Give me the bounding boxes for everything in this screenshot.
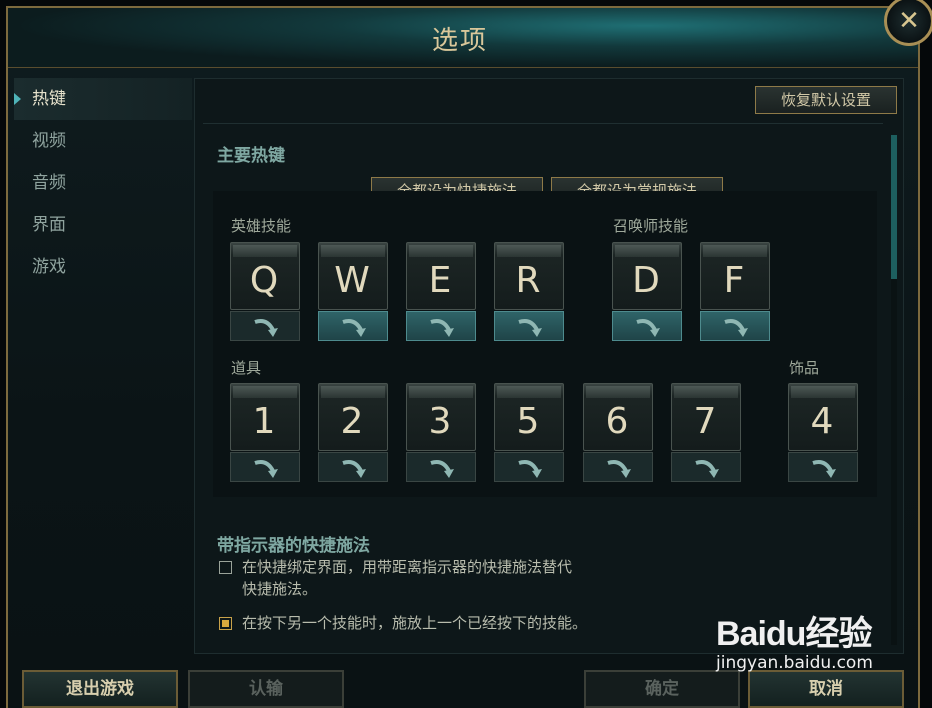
quick-cast-toggle[interactable] bbox=[318, 452, 388, 482]
key-D[interactable]: D bbox=[612, 242, 682, 342]
quick-cast-toggle[interactable] bbox=[494, 311, 564, 341]
section-title-hotkeys: 主要热键 bbox=[217, 146, 285, 166]
key-letter: 7 bbox=[693, 401, 717, 442]
quick-cast-toggle[interactable] bbox=[700, 311, 770, 341]
quick-cast-toggle[interactable] bbox=[583, 452, 653, 482]
scrollbar-thumb[interactable] bbox=[891, 135, 897, 279]
items-label: 道具 bbox=[231, 359, 262, 377]
sidebar-item-hotkeys[interactable]: 热键 bbox=[14, 78, 192, 120]
restore-defaults-button[interactable]: 恢复默认设置 bbox=[755, 86, 897, 114]
key-F[interactable]: F bbox=[700, 242, 770, 342]
quick-cast-toggle[interactable] bbox=[318, 311, 388, 341]
quick-cast-toggle[interactable] bbox=[494, 452, 564, 482]
key-letter: 2 bbox=[340, 401, 364, 442]
sidebar-item-video[interactable]: 视频 bbox=[14, 120, 192, 162]
key-2[interactable]: 2 bbox=[318, 383, 388, 483]
key-letter: E bbox=[428, 260, 452, 301]
key-E[interactable]: E bbox=[406, 242, 476, 342]
key-letter: 3 bbox=[428, 401, 452, 442]
key-letter: 6 bbox=[605, 401, 629, 442]
quick-cast-toggle[interactable] bbox=[230, 452, 300, 482]
sidebar-item-audio[interactable]: 音频 bbox=[14, 162, 192, 204]
quick-cast-toggle[interactable] bbox=[612, 311, 682, 341]
option-line-1: 在快捷绑定界面，用带距离指示器的快捷施法替代 bbox=[242, 558, 573, 576]
key-letter: 4 bbox=[810, 401, 834, 442]
quick-cast-toggle[interactable] bbox=[788, 452, 858, 482]
key-bindings-area: 英雄技能 召唤师技能 道具 饰品 Q W E R D F 1 2 3 5 6 7 4 bbox=[213, 191, 877, 497]
key-W[interactable]: W bbox=[318, 242, 388, 342]
key-1[interactable]: 1 bbox=[230, 383, 300, 483]
quick-cast-toggle[interactable] bbox=[406, 452, 476, 482]
key-7[interactable]: 7 bbox=[671, 383, 741, 483]
key-letter: Q bbox=[249, 260, 279, 301]
surrender-button[interactable]: 认输 bbox=[188, 670, 344, 708]
key-letter: D bbox=[632, 260, 660, 301]
sidebar-item-interface[interactable]: 界面 bbox=[14, 204, 192, 246]
summoner-spells-label: 召唤师技能 bbox=[613, 217, 689, 235]
close-icon: ✕ bbox=[898, 6, 920, 36]
champion-abilities-label: 英雄技能 bbox=[231, 217, 292, 235]
key-Q[interactable]: Q bbox=[230, 242, 300, 342]
key-3[interactable]: 3 bbox=[406, 383, 476, 483]
option-indicator-quickcast-label: 在快捷绑定界面，用带距离指示器的快捷施法替代 快捷施法。 bbox=[242, 556, 572, 600]
sidebar: 热键 视频 音频 界面 游戏 bbox=[14, 78, 192, 658]
exit-game-button[interactable]: 退出游戏 bbox=[22, 670, 178, 708]
watermark-url: jingyan.baidu.com bbox=[716, 653, 873, 673]
quick-cast-toggle[interactable] bbox=[671, 452, 741, 482]
key-5[interactable]: 5 bbox=[494, 383, 564, 483]
close-button[interactable]: ✕ bbox=[884, 0, 932, 46]
section-title-indicator-cast: 带指示器的快捷施法 bbox=[217, 536, 370, 556]
window-title: 选项 bbox=[431, 26, 488, 56]
option-line-2: 快捷施法。 bbox=[242, 580, 318, 598]
option-cast-previous-checkbox[interactable] bbox=[219, 617, 232, 630]
divider bbox=[203, 123, 883, 124]
key-letter: 5 bbox=[516, 401, 540, 442]
key-R[interactable]: R bbox=[494, 242, 564, 342]
trinket-label: 饰品 bbox=[789, 359, 820, 377]
quick-cast-toggle[interactable] bbox=[230, 311, 300, 341]
key-6[interactable]: 6 bbox=[583, 383, 653, 483]
key-letter: 1 bbox=[252, 401, 276, 442]
key-letter: R bbox=[515, 260, 541, 301]
hotkeys-panel: 恢复默认设置 主要热键 全都设为快捷施法 全都设为常规施法 英雄技能 召唤师技能… bbox=[194, 78, 904, 654]
key-trinket[interactable]: 4 bbox=[788, 383, 858, 483]
option-cast-previous-label: 在按下另一个技能时，施放上一个已经按下的技能。 bbox=[242, 614, 588, 632]
baidu-watermark: Baidu经验 jingyan.baidu.com bbox=[716, 606, 926, 690]
quick-cast-toggle[interactable] bbox=[406, 311, 476, 341]
sidebar-item-game[interactable]: 游戏 bbox=[14, 246, 192, 288]
option-indicator-quickcast-checkbox[interactable] bbox=[219, 561, 232, 574]
key-letter: F bbox=[723, 260, 745, 301]
key-letter: W bbox=[334, 260, 370, 301]
watermark-logo: Baidu经验 bbox=[716, 615, 872, 653]
